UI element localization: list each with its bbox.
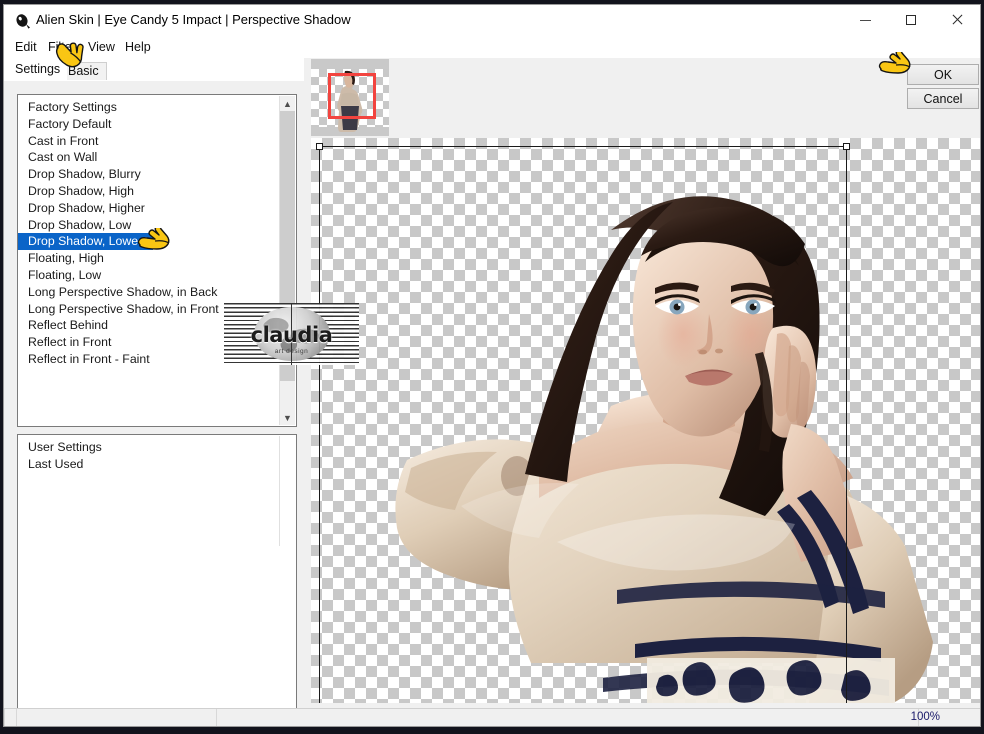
factory-setting-item[interactable]: Cast in Front [18,133,296,150]
scroll-up-arrow-icon[interactable]: ▲ [280,96,295,111]
user-list-divider [279,436,280,546]
factory-setting-item[interactable]: Drop Shadow, Low [18,217,296,234]
user-settings-list[interactable]: User Settings Last Used [17,434,297,719]
maximize-icon [906,15,916,25]
factory-setting-item[interactable]: Factory Default [18,116,296,133]
ok-button[interactable]: OK [907,64,979,85]
user-setting-item[interactable]: User Settings [18,439,296,456]
settings-panel: Basic Settings Factory Settings Factory D… [4,58,304,719]
window-title: Alien Skin | Eye Candy 5 Impact | Perspe… [36,12,351,27]
selection-handle-top-left[interactable] [316,143,323,150]
factory-setting-item[interactable]: Drop Shadow, Lowest [18,233,153,251]
claudia-watermark: claudia art design [224,303,359,365]
zoom-level-label: 100% [910,711,940,723]
close-icon [951,14,963,26]
preview-canvas[interactable] [311,138,980,703]
status-cell-3 [216,709,918,726]
status-cell-2 [16,709,216,726]
selection-right-edge [846,146,847,703]
minimize-icon [859,19,871,21]
status-cell-1 [4,709,16,726]
menu-item-filter[interactable]: Filter [44,38,80,56]
factory-list-scrollbar[interactable]: ▲ ▼ [280,96,295,425]
title-bar: Alien Skin | Eye Candy 5 Impact | Perspe… [4,5,980,36]
scroll-down-arrow-icon[interactable]: ▼ [280,410,295,425]
factory-setting-item[interactable]: Floating, High [18,250,296,267]
menu-item-edit[interactable]: Edit [11,38,41,56]
navigator-bar: Preview Background: None ˅ [304,58,980,185]
factory-setting-item[interactable]: Long Perspective Shadow, in Back [18,284,296,301]
menu-bar: Edit Filter View Help [4,36,980,58]
preview-model-image [395,196,933,703]
selection-top-edge [319,146,846,147]
navigator-selection-rectangle[interactable] [328,73,376,119]
close-button[interactable] [934,5,980,35]
watermark-text: claudia [250,323,333,347]
user-settings-items: User Settings Last Used [18,439,296,473]
factory-setting-item[interactable]: Factory Settings [18,99,296,116]
factory-settings-list[interactable]: Factory Settings Factory Default Cast in F… [17,94,297,427]
user-setting-item[interactable]: Last Used [18,456,296,473]
minimize-button[interactable] [842,5,888,35]
tab-underline [4,80,304,81]
tab-settings[interactable]: Settings [8,59,68,81]
menu-item-help[interactable]: Help [121,38,155,56]
selection-left-edge [319,146,320,703]
preview-panel: Preview Background: None ˅ [304,58,980,713]
factory-setting-item[interactable]: Drop Shadow, High [18,183,296,200]
maximize-button[interactable] [888,5,934,35]
factory-setting-item[interactable]: Floating, Low [18,267,296,284]
selection-handle-top-right[interactable] [843,143,850,150]
watermark-subtext: art design [274,348,309,355]
alien-skin-icon [15,13,31,29]
factory-setting-item[interactable]: Drop Shadow, Blurry [18,166,296,183]
factory-setting-item[interactable]: Drop Shadow, Higher [18,200,296,217]
status-bar: 100% [4,708,980,726]
tab-strip: Basic Settings [4,58,304,81]
application-window: Alien Skin | Eye Candy 5 Impact | Perspe… [3,4,981,727]
navigator-thumbnail[interactable] [311,59,389,136]
cancel-button[interactable]: Cancel [907,88,979,109]
screenshot-root: Alien Skin | Eye Candy 5 Impact | Perspe… [0,0,984,734]
factory-setting-item[interactable]: Cast on Wall [18,149,296,166]
menu-item-view[interactable]: View [84,38,119,56]
